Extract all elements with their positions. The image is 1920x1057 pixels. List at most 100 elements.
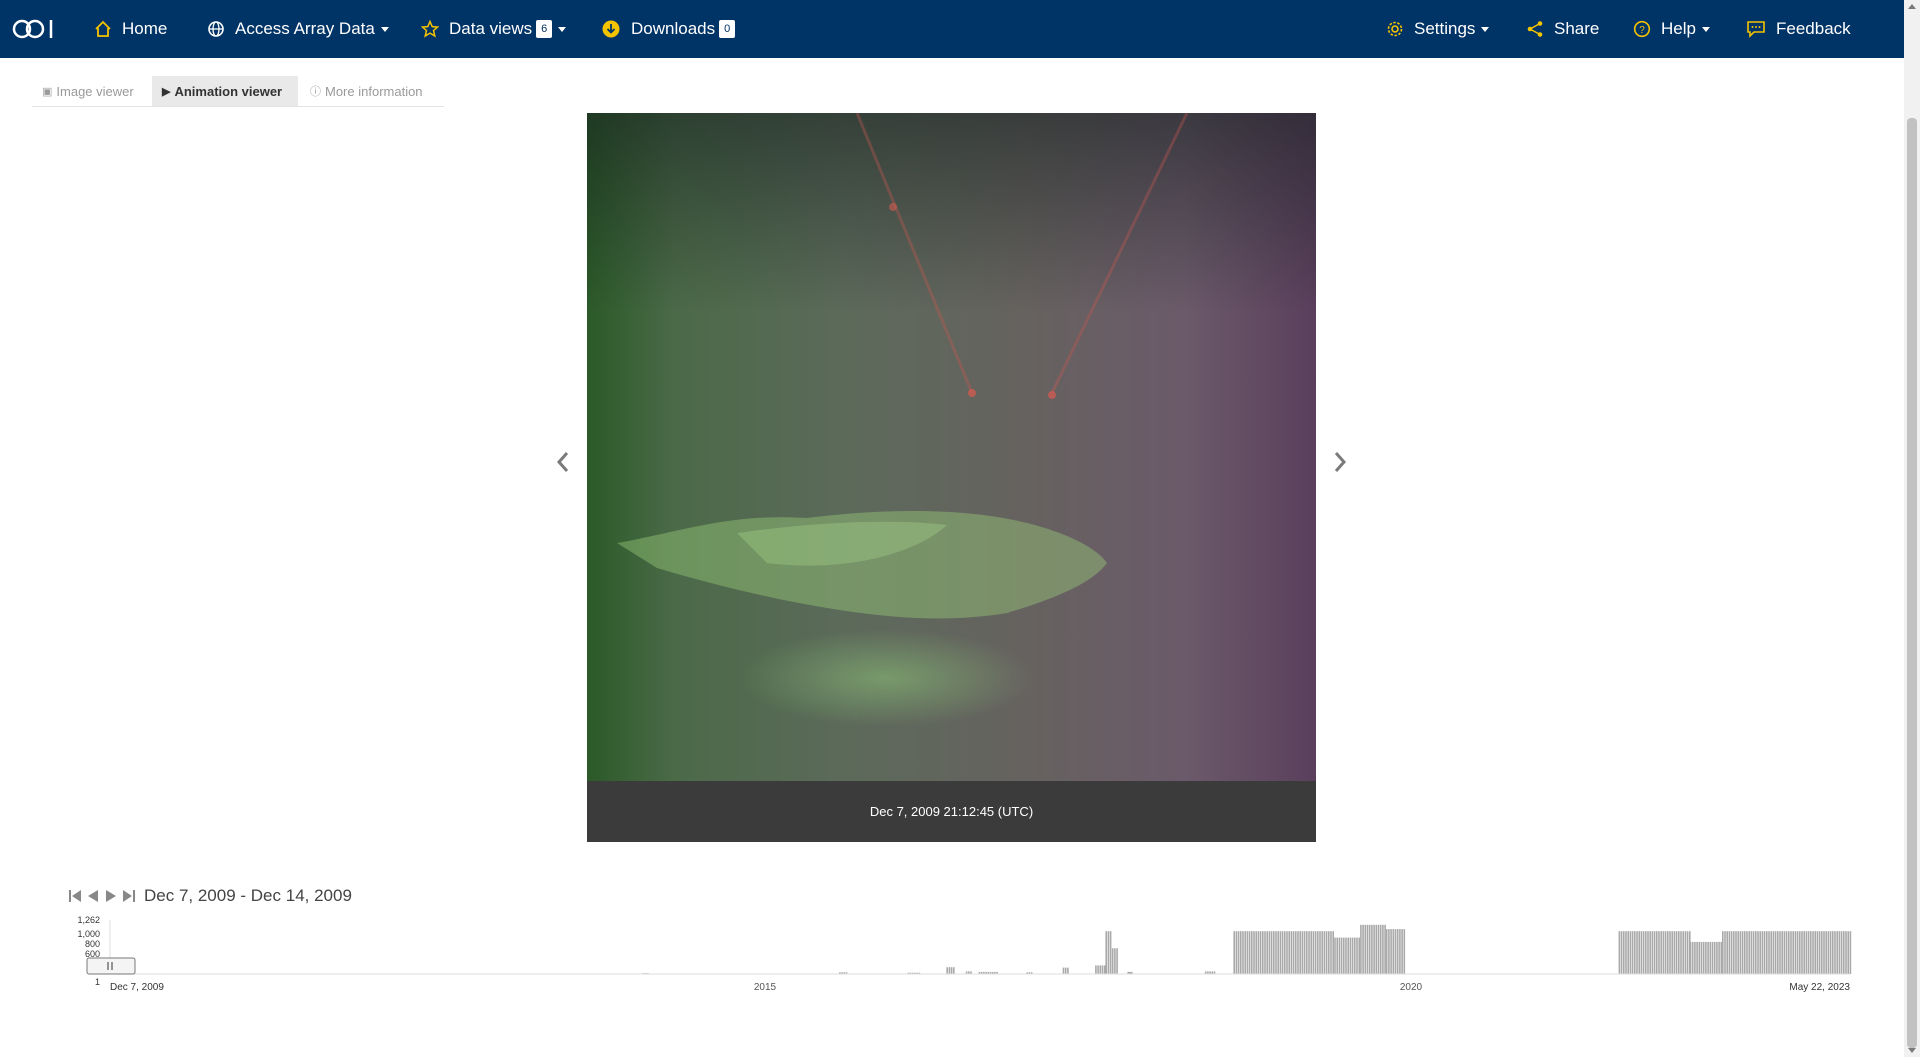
y-tick-label: 800 (85, 939, 100, 949)
tab-animation-viewer-label: Animation viewer (174, 83, 283, 99)
histogram-bar (1321, 931, 1323, 974)
histogram-bar (1766, 931, 1768, 974)
ooi-logo[interactable] (12, 14, 58, 44)
histogram-bar (1675, 931, 1678, 974)
histogram-bar (1356, 937, 1358, 974)
histogram-bar (1746, 931, 1748, 974)
histogram-bar (1631, 931, 1634, 974)
nav-share[interactable]: Share (1526, 0, 1599, 58)
histogram-bar (1064, 967, 1067, 974)
histogram-bar (1279, 931, 1282, 974)
histogram-bar (1336, 937, 1338, 974)
histogram-bar (1845, 931, 1847, 974)
histogram-bar (1301, 931, 1304, 974)
histogram-bar (1794, 931, 1797, 974)
histogram-bar (1689, 941, 1692, 974)
histogram-bar (1379, 924, 1382, 974)
histogram-bar (1116, 948, 1118, 974)
histogram-bar (1728, 931, 1731, 974)
histogram-bar (1669, 931, 1671, 974)
timeline-brush-handle[interactable] (86, 957, 136, 975)
previous-frame-button[interactable] (84, 886, 102, 906)
gear-icon (1386, 20, 1404, 38)
downloads-count-badge: 0 (719, 20, 736, 38)
histogram-bar (1246, 931, 1249, 974)
tab-more-information[interactable]: ⓘ More information (300, 76, 444, 106)
histogram-bar (1801, 931, 1803, 974)
info-icon: ⓘ (310, 86, 321, 98)
histogram-bar (1840, 931, 1843, 974)
page-scrollbar[interactable] (1904, 0, 1920, 1057)
histogram-bar (1788, 931, 1790, 974)
histogram-bar (1832, 931, 1834, 974)
histogram-bar (1253, 931, 1255, 974)
histogram-bar (1783, 931, 1786, 974)
y-tick-label: 1,262 (77, 915, 100, 925)
histogram-bar (1403, 929, 1406, 974)
tab-image-viewer[interactable]: ▣ Image viewer (32, 76, 152, 106)
histogram-bar (1796, 931, 1799, 974)
nav-settings[interactable]: Settings (1386, 0, 1490, 58)
histogram-bar (950, 967, 953, 974)
histogram-bar (1634, 931, 1636, 974)
histogram-bar (1240, 931, 1242, 974)
nav-feedback[interactable]: Feedback (1746, 0, 1851, 58)
histogram-bar (1781, 931, 1783, 974)
histogram-bar (1814, 931, 1816, 974)
histogram-bar (1834, 931, 1836, 974)
histogram-bar (1726, 931, 1728, 974)
histogram-bar (1691, 941, 1694, 974)
histogram-bar (1345, 937, 1347, 974)
image-count-histogram[interactable]: 1,2621,00080060041 Dec 7, 2009 2015 2020… (60, 912, 1860, 992)
histogram-bar (1748, 931, 1750, 974)
histogram-bar (1739, 931, 1742, 974)
top-navbar: Home Access Array Data Data views 6 Down… (0, 0, 1904, 58)
histogram-bar (1847, 931, 1849, 974)
histogram-bar (1401, 929, 1403, 974)
histogram-bar (1390, 929, 1392, 974)
nav-downloads[interactable]: Downloads 0 (601, 0, 736, 58)
histogram-bar (1310, 931, 1312, 974)
histogram-bar (948, 967, 951, 974)
skip-to-start-icon (69, 890, 81, 902)
histogram-bar (1325, 931, 1328, 974)
tab-animation-viewer[interactable]: ▶ Animation viewer (152, 76, 298, 106)
histogram-bar (1354, 937, 1356, 974)
step-back-icon (88, 890, 98, 902)
histogram-bar (1111, 948, 1114, 974)
chevron-down-icon (380, 26, 389, 32)
skip-to-end-icon (123, 890, 135, 902)
first-frame-button[interactable] (66, 886, 84, 906)
histogram-bar (1638, 931, 1640, 974)
nav-home[interactable]: Home (94, 0, 167, 58)
scrollbar-thumb[interactable] (1907, 118, 1917, 1048)
tab-more-information-label: More information (325, 83, 423, 99)
previous-image-button[interactable] (553, 450, 573, 474)
chevron-left-icon (556, 452, 569, 472)
play-button[interactable] (102, 886, 120, 906)
scroll-down-arrow-icon[interactable] (1908, 1048, 1916, 1053)
comment-icon (1746, 20, 1766, 38)
nav-help[interactable]: ? Help (1633, 0, 1710, 58)
histogram-bar (1067, 967, 1069, 974)
nav-access-label: Access Array Data (235, 19, 375, 38)
histogram-bar (1678, 931, 1680, 974)
histogram-bar (1761, 931, 1764, 974)
selected-date-range: Dec 7, 2009 - Dec 14, 2009 (144, 886, 352, 905)
histogram-bar (1377, 924, 1380, 974)
globe-icon (207, 20, 225, 38)
histogram-bar (1825, 931, 1827, 974)
next-image-button[interactable] (1330, 450, 1350, 474)
chevron-right-icon (1334, 452, 1347, 472)
home-icon (94, 20, 112, 38)
histogram-bar (1332, 931, 1334, 974)
svg-text:?: ? (1639, 25, 1645, 36)
scroll-up-arrow-icon[interactable] (1908, 4, 1916, 9)
last-frame-button[interactable] (120, 886, 138, 906)
nav-data-views[interactable]: Data views 6 (421, 0, 567, 58)
histogram-bar (1667, 931, 1669, 974)
histogram-bar (1647, 931, 1649, 974)
histogram-bar (1268, 931, 1271, 974)
nav-access-array-data[interactable]: Access Array Data (207, 0, 389, 58)
histogram-bar (1724, 931, 1726, 974)
